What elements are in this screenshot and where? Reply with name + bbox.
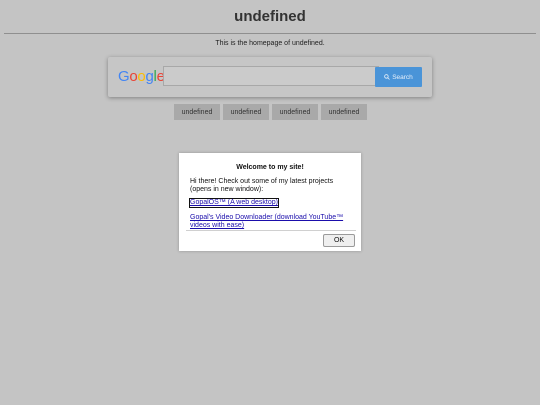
gopalos-link[interactable]: GopalOS™ (A web desktop) [189,198,279,208]
search-button-label: Search [392,73,413,81]
search-button[interactable]: Search [375,67,422,87]
nav-button-2[interactable]: undefined [223,104,269,120]
title-divider [4,33,536,34]
dialog-body: Hi there! Check out some of my latest pr… [190,178,334,193]
dialog-title: Welcome to my site! [236,164,304,171]
nav-button-1[interactable]: undefined [174,104,220,120]
video-downloader-link[interactable]: Gopal's Video Downloader (download YouTu… [190,214,352,230]
search-icon [384,74,390,80]
logo-letter: g [145,68,154,85]
welcome-dialog: Welcome to my site! Hi there! Check out … [179,153,361,251]
ok-button[interactable]: OK [323,234,355,247]
page: undefined This is the homepage of undefi… [0,0,540,405]
nav-button-3[interactable]: undefined [272,104,318,120]
nav-button-4[interactable]: undefined [321,104,367,120]
page-subtitle: This is the homepage of undefined. [215,40,325,47]
logo-letter: G [118,68,130,85]
page-title: undefined [234,8,306,25]
google-logo: Google [118,68,165,85]
dialog-divider [186,230,356,231]
search-input[interactable] [163,66,379,86]
nav-bar: undefined undefined undefined undefined [174,104,367,120]
search-card: Google Search [108,57,432,97]
